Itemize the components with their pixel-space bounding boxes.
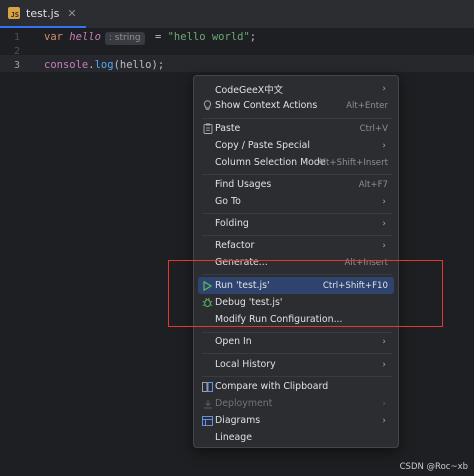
menu-item-label: Open In: [215, 336, 252, 347]
watermark: CSDN @Roc~xb: [399, 462, 468, 472]
chevron-right-icon: ›: [382, 415, 386, 426]
chevron-right-icon: ›: [382, 336, 386, 347]
tab-label: test.js: [26, 6, 60, 20]
menu-item-local-history[interactable]: Local History ›: [198, 356, 394, 373]
menu-item-label: Go To: [215, 196, 241, 207]
type-hint: : string: [104, 32, 145, 45]
menu-item-label: Compare with Clipboard: [215, 381, 329, 392]
close-icon[interactable]: ✕: [67, 7, 76, 20]
menu-separator: [202, 353, 392, 354]
code-line-1[interactable]: var hello: string = "hello world";: [44, 29, 256, 45]
shortcut-label: Alt+F7: [358, 179, 388, 190]
line-number: 1: [13, 32, 20, 43]
menu-item-column-selection-mode[interactable]: Column Selection Mode Alt+Shift+Insert: [198, 154, 394, 171]
keyword: var: [44, 31, 63, 43]
chevron-right-icon: ›: [382, 359, 386, 370]
menu-item-label: Folding: [215, 218, 249, 229]
menu-item-label: Column Selection Mode: [215, 157, 326, 168]
menu-item-find-usages[interactable]: Find Usages Alt+F7: [198, 176, 394, 193]
shortcut-label: Alt+Enter: [346, 100, 388, 111]
menu-item-label: Lineage: [215, 432, 253, 443]
chevron-right-icon: ›: [382, 83, 386, 94]
menu-item-compare-with-clipboard[interactable]: Compare with Clipboard: [198, 378, 394, 395]
lightbulb-icon: [202, 100, 213, 111]
editor-tab-bar: JS test.js ✕: [0, 0, 474, 29]
menu-item-label: Local History: [215, 359, 276, 370]
assignment: =: [148, 31, 168, 43]
annotation-highlight-box: [168, 260, 443, 327]
variable-name: hello: [69, 31, 101, 43]
menu-item-label: Copy / Paste Special: [215, 140, 310, 151]
menu-separator: [202, 174, 392, 175]
menu-item-label: Paste: [215, 123, 241, 134]
menu-item-paste[interactable]: Paste Ctrl+V: [198, 120, 394, 137]
line-number: 3: [13, 60, 20, 71]
menu-item-label: Diagrams: [215, 415, 261, 426]
compare-icon: [202, 381, 213, 392]
line-number: 2: [13, 46, 20, 57]
console-object: console: [44, 59, 89, 71]
clipboard-icon: [202, 123, 213, 134]
arguments: (hello);: [113, 59, 165, 71]
chevron-right-icon: ›: [382, 398, 386, 409]
diagram-icon: [202, 415, 213, 426]
menu-item-label: CodeGeeX中文: [215, 84, 283, 96]
menu-separator: [202, 213, 392, 214]
tab-test-js[interactable]: JS test.js ✕: [0, 0, 86, 28]
menu-item-open-in[interactable]: Open In ›: [198, 333, 394, 350]
menu-separator: [202, 376, 392, 377]
deployment-icon: [202, 398, 213, 409]
menu-item-codegeex[interactable]: CodeGeeX中文 ›: [198, 80, 394, 97]
chevron-right-icon: ›: [382, 240, 386, 251]
chevron-right-icon: ›: [382, 218, 386, 229]
menu-item-label: Deployment: [215, 398, 273, 409]
shortcut-label: Alt+Shift+Insert: [317, 157, 388, 168]
menu-item-folding[interactable]: Folding ›: [198, 215, 394, 232]
semicolon: ;: [249, 31, 257, 43]
menu-item-diagrams[interactable]: Diagrams ›: [198, 412, 394, 429]
menu-separator: [202, 235, 392, 236]
menu-item-go-to[interactable]: Go To ›: [198, 193, 394, 210]
menu-item-label: Refactor: [215, 240, 255, 251]
menu-item-copy-paste-special[interactable]: Copy / Paste Special ›: [198, 137, 394, 154]
menu-item-show-context-actions[interactable]: Show Context Actions Alt+Enter: [198, 97, 394, 114]
menu-item-refactor[interactable]: Refactor ›: [198, 237, 394, 254]
menu-item-lineage[interactable]: Lineage: [198, 429, 394, 446]
javascript-file-icon: JS: [8, 7, 20, 19]
chevron-right-icon: ›: [382, 196, 386, 207]
menu-item-label: Show Context Actions: [215, 100, 318, 111]
menu-separator: [202, 118, 392, 119]
code-line-3[interactable]: console.log(hello);: [44, 57, 164, 73]
menu-item-label: Find Usages: [215, 179, 272, 190]
string-literal: "hello world": [167, 31, 250, 43]
shortcut-label: Ctrl+V: [359, 123, 388, 134]
menu-item-deployment[interactable]: Deployment ›: [198, 395, 394, 412]
chevron-right-icon: ›: [382, 140, 386, 151]
method-name: log: [94, 59, 114, 71]
